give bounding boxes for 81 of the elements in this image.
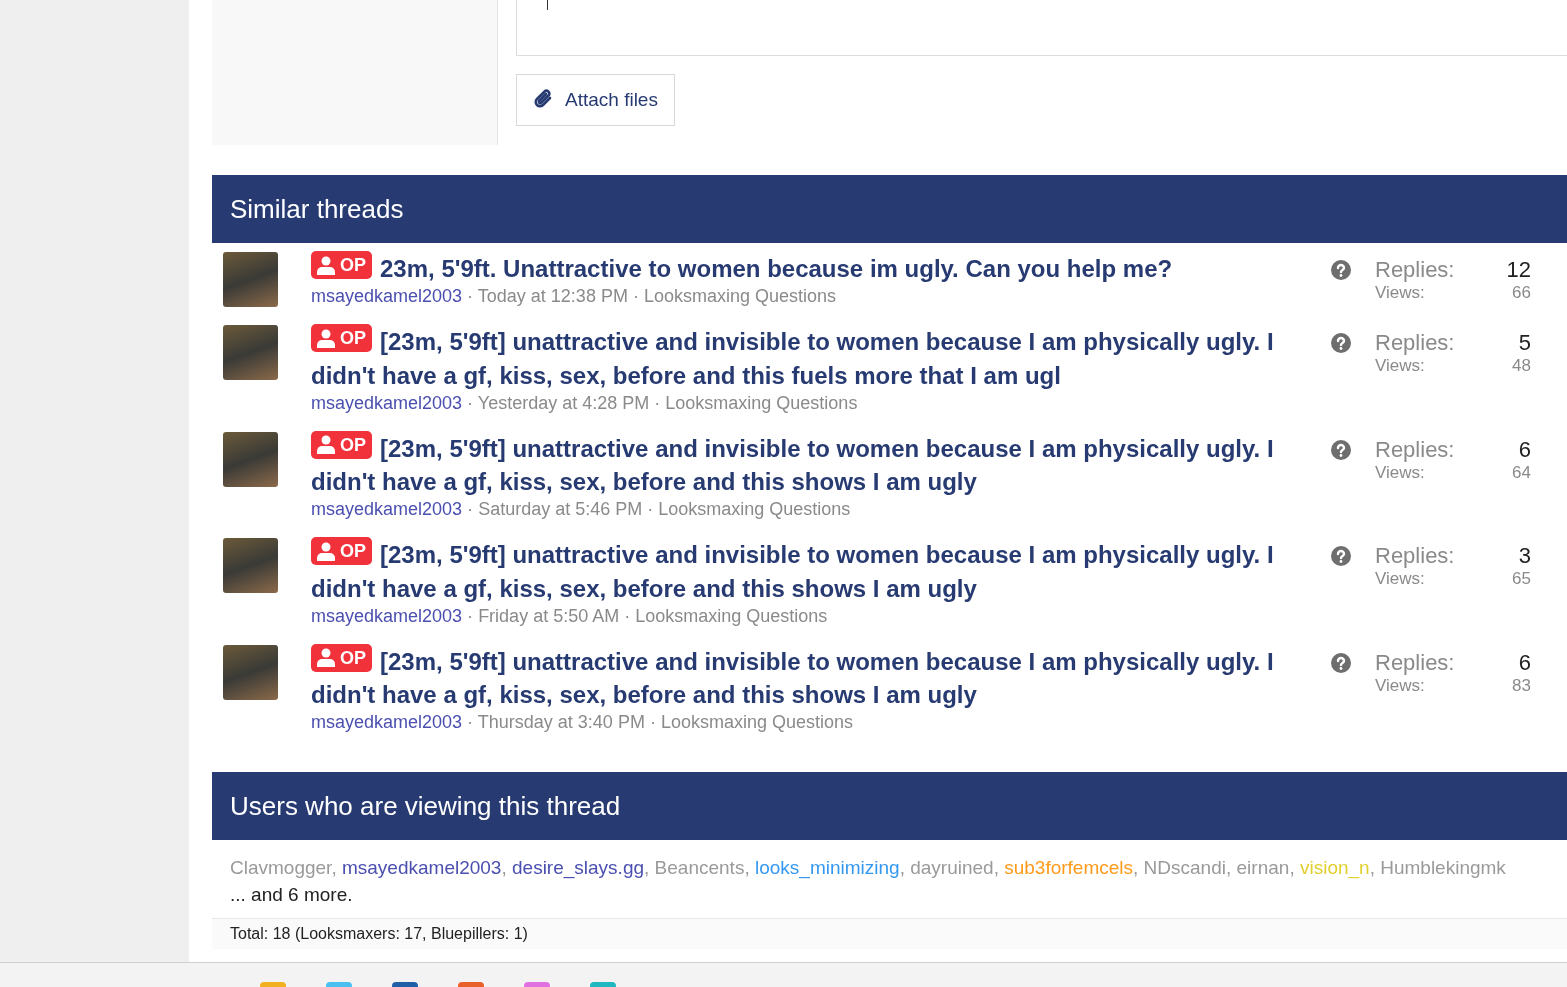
username-link[interactable]: desire_slays.gg (512, 857, 645, 878)
person-icon (317, 328, 335, 348)
op-badge: OP (311, 430, 372, 459)
replies-count: 6 (1517, 436, 1531, 463)
views-count: 65 (1512, 569, 1531, 589)
question-icon (1331, 546, 1351, 566)
replies-label: Replies: (1375, 543, 1456, 569)
attach-files-button[interactable]: Attach files (516, 74, 675, 126)
avatar-image[interactable] (223, 325, 278, 380)
thread-title-link[interactable]: OP [23m, 5'9ft] unattractive and invisible to women because I am physically ugly. I didn't have a gf, kiss, sex, before and this shows I am ugly (311, 643, 1286, 712)
forum-link[interactable]: Looksmaxing Questions (658, 499, 851, 519)
username-link[interactable]: sub3forfemcels (1004, 857, 1134, 878)
viewer-list-text: Clavmogger, msayedkamel2003, desire_slays.gg, Beancents, looks_minimizing, dayruined, sub3forfemcels, NDscandi, eirnan, vision_n, Humblekingmk (230, 856, 1507, 881)
avatar-image[interactable] (223, 431, 278, 487)
forum-link[interactable]: Looksmaxing Questions (660, 712, 854, 732)
username-link[interactable]: msayedkamel2003 (341, 857, 502, 878)
views-label: Views: (1375, 569, 1426, 589)
avatar-image[interactable] (223, 644, 278, 700)
person-icon (317, 255, 335, 275)
replies-label: Replies: (1375, 330, 1456, 356)
replies-label: Replies: (1375, 649, 1456, 676)
avatar-image[interactable] (223, 538, 278, 593)
viewer-total-text: Total: 18 (Looksmaxers: 17, Bluepillers: 1) (212, 918, 1567, 949)
question-icon (1331, 439, 1351, 460)
op-badge: OP (311, 251, 372, 279)
username-link[interactable]: dayruined (910, 857, 994, 878)
forum-link[interactable]: Looksmaxing Questions (643, 285, 837, 306)
username-link[interactable]: Humblekingmk (1380, 857, 1506, 878)
replies-count: 3 (1517, 543, 1531, 569)
op-badge: OP (311, 537, 372, 565)
thread-meta-text: msayedkamel2003 · Thursday at 3:40 PM · Looksmaxing Questions (311, 712, 855, 733)
taskbar-app-icon[interactable] (524, 982, 550, 987)
replies-label: Replies: (1375, 436, 1456, 463)
replies-count: 5 (1517, 330, 1531, 356)
author-link[interactable]: msayedkamel2003 (311, 605, 463, 626)
username-link[interactable]: eirnan (1236, 857, 1290, 878)
person-icon (317, 435, 335, 454)
author-link[interactable]: msayedkamel2003 (311, 712, 463, 732)
avatar-image[interactable] (223, 252, 278, 307)
more-users-text: ... and 6 more. (230, 883, 354, 907)
replies-label: Replies: (1375, 257, 1456, 283)
author-link[interactable]: msayedkamel2003 (311, 499, 463, 519)
forum-link[interactable]: Looksmaxing Questions (635, 605, 828, 626)
thread-meta-text: msayedkamel2003 · Yesterday at 4:28 PM · Looksmaxing Questions (311, 392, 859, 414)
views-count: 66 (1511, 283, 1531, 303)
op-badge: OP (311, 324, 372, 352)
thread-title-link[interactable]: OP [23m, 5'9ft] unattractive and invisible to women because I am physically ugly. I didn't have a gf, kiss, sex, before and this shows I am ugly (311, 537, 1286, 606)
username-link[interactable]: Beancents (654, 857, 745, 878)
replies-count: 12 (1506, 257, 1531, 283)
op-badge: OP (311, 643, 372, 672)
username-link[interactable]: looks_minimizing (754, 857, 900, 878)
views-label: Views: (1375, 356, 1426, 376)
person-icon (317, 541, 335, 561)
thread-meta-text: msayedkamel2003 · Today at 12:38 PM · Looksmaxing Questions (311, 285, 838, 307)
question-icon (1331, 260, 1351, 280)
section-header: Similar threads (212, 175, 1567, 243)
views-label: Views: (1375, 675, 1426, 696)
taskbar-app-icon[interactable] (326, 982, 352, 987)
question-icon (1331, 652, 1351, 673)
username-link[interactable]: Clavmogger (230, 857, 332, 878)
author-link[interactable]: msayedkamel2003 (311, 392, 463, 413)
views-label: Views: (1375, 462, 1426, 483)
username-link[interactable]: NDscandi (1143, 857, 1226, 878)
thread-meta-text: msayedkamel2003 · Saturday at 5:46 PM · Looksmaxing Questions (311, 499, 852, 520)
thread-meta-text: msayedkamel2003 · Friday at 5:50 AM · Looksmaxing Questions (311, 605, 829, 627)
replies-count: 6 (1517, 649, 1531, 676)
author-link[interactable]: msayedkamel2003 (311, 285, 463, 306)
thread-title-link[interactable]: OP [23m, 5'9ft] unattractive and invisible to women because I am physically ugly. I didn't have a gf, kiss, sex, before and this shows I am ugly (311, 430, 1286, 499)
taskbar-app-icon[interactable] (590, 982, 616, 987)
views-count: 64 (1512, 462, 1531, 483)
thread-title-link[interactable]: OP 23m, 5'9ft. Unattractive to women because im ugly. Can you help me? (311, 251, 1286, 286)
views-label: Views: (1375, 283, 1426, 303)
taskbar-app-icon[interactable] (458, 982, 484, 987)
forum-link[interactable]: Looksmaxing Questions (665, 392, 858, 413)
views-count: 48 (1512, 356, 1531, 376)
section-header: Users who are viewing this thread (212, 772, 1567, 840)
views-count: 83 (1512, 675, 1531, 696)
thread-title-link[interactable]: OP [23m, 5'9ft] unattractive and invisible to women because I am physically ugly. I didn't have a gf, kiss, sex, before and this fuels more that I am ugl (311, 324, 1286, 393)
taskbar-app-icon[interactable] (392, 982, 418, 987)
question-icon (1331, 333, 1351, 353)
person-icon (317, 648, 335, 667)
